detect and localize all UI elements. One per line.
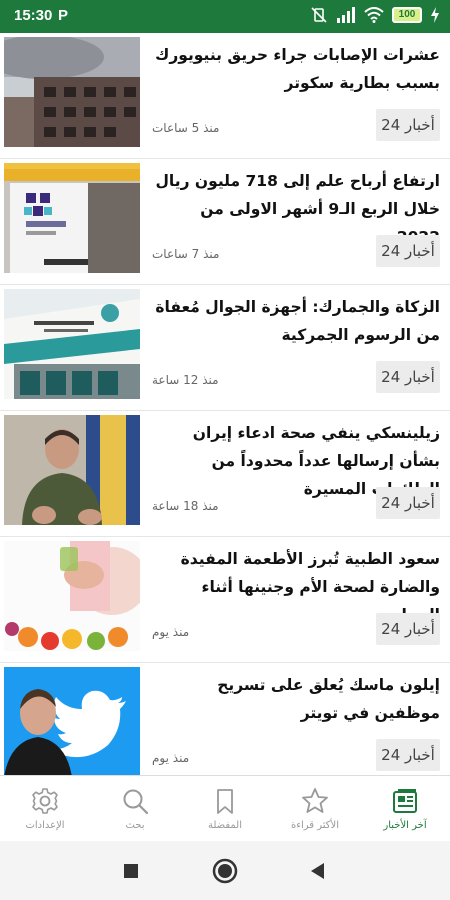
zelensky-image[interactable] [4,415,140,525]
bookmark-icon [217,789,233,814]
gear-icon [32,788,58,814]
news-item[interactable]: الزكاة والجمارك: أجهزة الجوال مُعفاة من … [0,285,450,411]
news-time: منذ 12 ساعة [152,373,219,387]
news-source-badge[interactable]: أخبار 24 [376,235,440,267]
news-time: منذ 5 ساعات [152,121,220,135]
news-source-badge[interactable]: أخبار 24 [376,739,440,771]
news-item[interactable]: عشرات الإصابات جراء حريق بنيويورك بسبب ب… [0,33,450,159]
news-time: منذ يوم [152,625,190,639]
signal-icon [337,7,355,23]
nav-settings[interactable]: الإعدادات [0,776,90,841]
nav-label: بحث [125,820,145,831]
news-item[interactable]: زيلينسكي ينفي صحة ادعاء إيران بشأن إرسال… [0,411,450,537]
news-headline[interactable]: عشرات الإصابات جراء حريق بنيويورك بسبب ب… [155,41,440,97]
news-time: منذ 18 ساعة [152,499,219,513]
news-time: منذ يوم [152,751,190,765]
recents-button[interactable] [101,841,161,900]
search-icon [123,789,149,815]
star-icon [302,788,328,813]
news-item[interactable]: سعود الطبية تُبرز الأطعمة المفيدة والضار… [0,537,450,663]
nav-label: الأكثر قراءة [291,820,339,831]
news-headline[interactable]: إيلون ماسك يُعلق على تسريح موظفين في توي… [155,671,440,727]
news-item[interactable]: إيلون ماسك يُعلق على تسريح موظفين في توي… [0,663,450,775]
vibrate-off-icon [311,7,327,23]
news-headline[interactable]: الزكاة والجمارك: أجهزة الجوال مُعفاة من … [155,293,440,349]
zatca-building-image[interactable] [4,289,140,399]
elm-building-image[interactable] [4,163,140,273]
home-button[interactable] [195,841,255,900]
status-icons: 100 [310,6,440,24]
nav-label: آخر الأخبار [383,820,427,831]
news-source-badge[interactable]: أخبار 24 [376,487,440,519]
pregnancy-food-image[interactable] [4,541,140,651]
building-fire-image[interactable] [4,37,140,147]
nav-label: المفضلة [207,820,242,831]
news-source-badge[interactable]: أخبار 24 [376,361,440,393]
square-icon [124,863,138,878]
news-item[interactable]: ارتفاع أرباح علم إلى 718 مليون ريال خلال… [0,159,450,285]
wifi-icon [364,7,384,23]
charging-icon [431,7,439,23]
nav-latest-news[interactable]: آخر الأخبار [360,776,450,841]
news-source-badge[interactable]: أخبار 24 [376,109,440,141]
nav-favorites[interactable]: المفضلة [180,776,270,841]
system-navigation-bar [0,841,450,900]
circle-icon [212,858,238,883]
nav-label: الإعدادات [25,820,65,831]
nav-most-read[interactable]: الأكثر قراءة [270,776,360,841]
musk-twitter-image[interactable] [4,667,140,775]
status-bar: 15:30 P 100 [0,0,450,33]
status-time: 15:30 [14,7,53,24]
news-source-badge[interactable]: أخبار 24 [376,613,440,645]
nav-search[interactable]: بحث [90,776,180,841]
app-notification-indicator: P [58,7,69,24]
bottom-navigation: آخر الأخبار الأكثر قراءة المفضلة بحث الإ… [0,775,450,841]
news-list[interactable]: عشرات الإصابات جراء حريق بنيويورك بسبب ب… [0,33,450,775]
news-time: منذ 7 ساعات [152,247,220,261]
newspaper-icon [393,789,417,813]
battery-icon: 100 [392,7,422,23]
back-button[interactable] [288,841,348,900]
triangle-back-icon [311,862,324,879]
